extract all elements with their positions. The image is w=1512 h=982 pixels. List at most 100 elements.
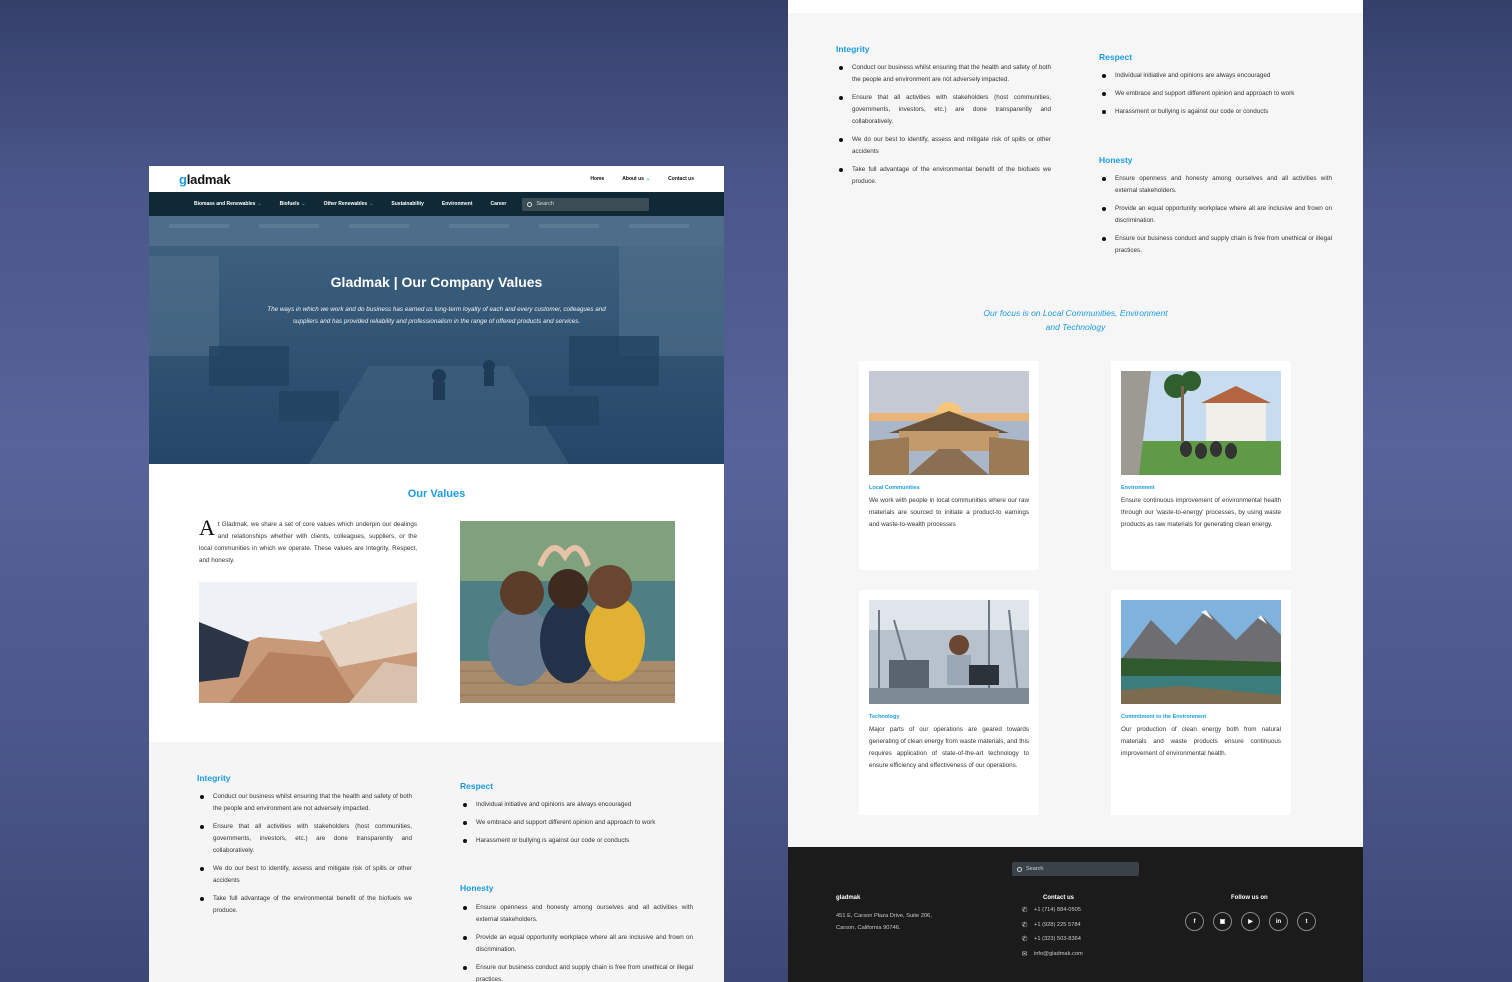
instagram-icon[interactable]: ▣ bbox=[1213, 912, 1232, 931]
card-title: Technology bbox=[869, 714, 900, 720]
hero-subtitle: The ways in which we work and do busines… bbox=[267, 306, 606, 325]
respect-heading: Respect bbox=[460, 781, 494, 791]
phone-icon: ✆ bbox=[1021, 936, 1028, 944]
respect-list: Individual initiative and opinions are a… bbox=[461, 799, 683, 853]
nav-about[interactable]: About us ⌄ bbox=[622, 176, 650, 182]
integrity-heading: Integrity bbox=[836, 44, 870, 54]
list-item: Provide an equal opportunity workplace w… bbox=[461, 932, 693, 956]
list-item: Ensure that all activities with stakehol… bbox=[198, 821, 412, 857]
card-local-communities[interactable]: Local Communities We work with people in… bbox=[859, 361, 1039, 570]
nav-biomass[interactable]: Biomass and Renewables ⌄ bbox=[194, 201, 262, 207]
integrity-list: Conduct our business whilst ensuring tha… bbox=[198, 791, 412, 923]
contact-list: ✆ +1 (714) 884-0505 ✆ +1 (928) 225 5784 ✆ +… bbox=[1020, 903, 1083, 961]
twitter-icon[interactable]: t bbox=[1297, 912, 1316, 931]
card-environment[interactable]: Environment Ensure continuous improvemen… bbox=[1111, 361, 1291, 570]
phone-2[interactable]: ✆ +1 (928) 225 5784 bbox=[1020, 918, 1083, 933]
nav-contact[interactable]: Contact us bbox=[668, 176, 694, 182]
footer-logo[interactable]: gladmak bbox=[836, 895, 860, 901]
list-item: We embrace and support different opinion… bbox=[1100, 88, 1322, 100]
handshake-image bbox=[199, 582, 417, 703]
list-item: Conduct our business whilst ensuring tha… bbox=[198, 791, 412, 815]
nav-environment[interactable]: Environment bbox=[442, 201, 473, 207]
phone-icon: ✆ bbox=[1021, 921, 1028, 929]
list-item: Harassment or bullying is against our co… bbox=[1100, 106, 1322, 118]
integrity-list: Conduct our business whilst ensuring tha… bbox=[837, 62, 1051, 194]
search-input[interactable]: Search bbox=[522, 197, 650, 211]
nav-other-renewables[interactable]: Other Renewables ⌄ bbox=[324, 201, 374, 207]
footer-search-input[interactable]: Search bbox=[1012, 862, 1139, 876]
list-item: We do our best to identify, assess and m… bbox=[198, 863, 412, 887]
linkedin-icon[interactable]: in bbox=[1269, 912, 1288, 931]
chevron-down-icon: ⌄ bbox=[301, 201, 306, 207]
list-item: Harassment or bullying is against our co… bbox=[461, 835, 683, 847]
village-sunset-image bbox=[869, 371, 1029, 475]
list-item: Ensure our business conduct and supply c… bbox=[1100, 233, 1332, 257]
youtube-icon[interactable]: ▶ bbox=[1241, 912, 1260, 931]
hero-title: Gladmak | Our Company Values bbox=[330, 274, 543, 290]
section-title: Our Values bbox=[407, 488, 466, 500]
mountain-lake-image bbox=[1121, 600, 1281, 704]
nav-home[interactable]: Home bbox=[590, 176, 604, 182]
chevron-down-icon: ⌄ bbox=[369, 201, 374, 207]
lab-technician-image bbox=[869, 600, 1029, 704]
list-item: Conduct our business whilst ensuring tha… bbox=[837, 62, 1051, 86]
contact-heading: Contact us bbox=[1043, 895, 1075, 901]
email-link[interactable]: ✉ info@gladmak.com bbox=[1020, 947, 1083, 962]
friends-by-lake-image bbox=[460, 521, 675, 703]
card-text: Major parts of our operations are geared… bbox=[869, 726, 1029, 769]
honesty-list: Ensure openness and honesty among oursel… bbox=[461, 902, 693, 982]
nav-biofuels[interactable]: Biofuels ⌄ bbox=[280, 201, 306, 207]
list-item: Individual initiative and opinions are a… bbox=[461, 799, 683, 811]
site-footer: Search gladmak 451 E, Carson Plaza Drive… bbox=[788, 847, 1363, 982]
respect-list: Individual initiative and opinions are a… bbox=[1100, 70, 1322, 124]
list-item: Ensure openness and honesty among oursel… bbox=[461, 902, 693, 926]
footer-address: 451 E, Carson Plaza Drive, Suite 206, Ca… bbox=[836, 913, 932, 931]
list-item: We embrace and support different opinion… bbox=[461, 817, 683, 829]
integrity-heading: Integrity bbox=[197, 773, 231, 783]
honesty-heading: Honesty bbox=[1099, 155, 1133, 165]
search-icon bbox=[1017, 866, 1022, 872]
list-item: Take full advantage of the environmental… bbox=[837, 164, 1051, 188]
focus-heading: Our focus is on Local Communities, Envir… bbox=[983, 308, 1168, 332]
list-item: Provide an equal opportunity workplace w… bbox=[1100, 203, 1332, 227]
phone-1[interactable]: ✆ +1 (714) 884-0505 bbox=[1020, 903, 1083, 918]
card-text: Our production of clean energy both from… bbox=[1121, 726, 1281, 757]
follow-heading: Follow us on bbox=[1231, 895, 1268, 901]
main-navbar: Biomass and Renewables ⌄ Biofuels ⌄ Other … bbox=[149, 192, 724, 216]
card-text: Ensure continuous improvement of environ… bbox=[1121, 497, 1281, 528]
card-title: Commitment to the Environment bbox=[1121, 714, 1207, 720]
card-title: Environment bbox=[1121, 485, 1155, 491]
our-values-section: Our Values At Gladmak, we share a set of… bbox=[149, 464, 724, 742]
group-on-lawn-image bbox=[1121, 371, 1281, 475]
nav-sustainability[interactable]: Sustainability bbox=[391, 201, 424, 207]
values-intro: At Gladmak, we share a set of core value… bbox=[199, 515, 417, 565]
card-title: Local Communities bbox=[869, 485, 920, 491]
drop-cap: A bbox=[199, 515, 215, 540]
respect-heading: Respect bbox=[1099, 52, 1133, 62]
site-logo[interactable]: gladmak bbox=[179, 172, 231, 187]
list-item: Ensure our business conduct and supply c… bbox=[461, 962, 693, 982]
list-item: We do our best to identify, assess and m… bbox=[837, 134, 1051, 158]
left-page-preview: gladmak Home About us ⌄ Contact us Biomas… bbox=[149, 166, 724, 982]
right-page-preview: Integrity Conduct our business whilst en… bbox=[788, 0, 1363, 982]
mail-icon: ✉ bbox=[1021, 950, 1028, 958]
list-item: Ensure openness and honesty among oursel… bbox=[1100, 173, 1332, 197]
list-item: Individual initiative and opinions are a… bbox=[1100, 70, 1322, 82]
phone-icon: ✆ bbox=[1021, 907, 1028, 915]
card-commitment-environment[interactable]: Commitment to the Environment Our produc… bbox=[1111, 590, 1291, 815]
phone-3[interactable]: ✆ +1 (323) 503-8364 bbox=[1020, 932, 1083, 947]
hero-banner: Gladmak | Our Company Values The ways in… bbox=[149, 216, 724, 464]
card-technology[interactable]: Technology Major parts of our operations… bbox=[859, 590, 1039, 815]
facebook-icon[interactable]: f bbox=[1185, 912, 1204, 931]
values-detail-section: Integrity Conduct our business whilst en… bbox=[149, 742, 724, 982]
nav-career[interactable]: Career bbox=[490, 201, 506, 207]
top-nav: Home About us ⌄ Contact us bbox=[590, 176, 694, 182]
hero-overlay bbox=[149, 216, 724, 464]
chevron-down-icon: ⌄ bbox=[257, 201, 262, 207]
card-text: We work with people in local communities… bbox=[869, 497, 1029, 528]
honesty-heading: Honesty bbox=[460, 883, 494, 893]
chevron-down-icon: ⌄ bbox=[645, 176, 651, 182]
top-header: gladmak Home About us ⌄ Contact us bbox=[149, 166, 724, 192]
list-item: Ensure that all activities with stakehol… bbox=[837, 92, 1051, 128]
search-icon bbox=[527, 201, 533, 207]
